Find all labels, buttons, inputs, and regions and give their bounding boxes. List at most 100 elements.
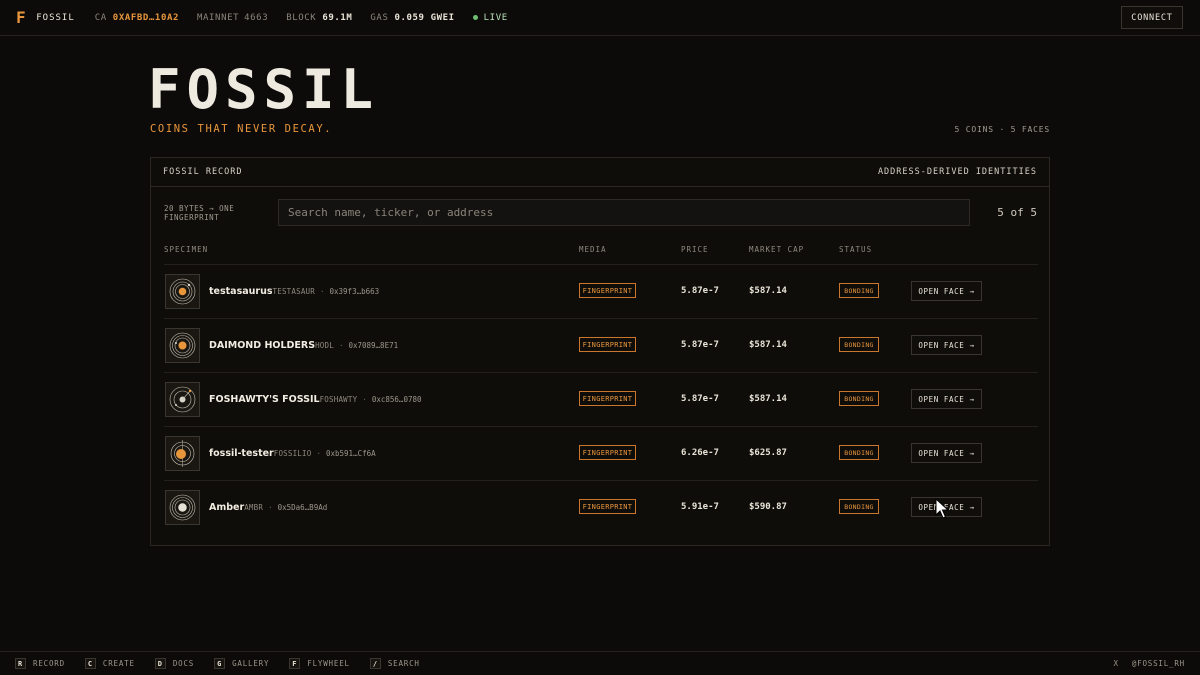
shortcut-key: D <box>154 658 166 669</box>
coin-market-cap: $625.87 <box>749 448 787 458</box>
block-label: BLOCK <box>286 12 317 23</box>
separator: · <box>362 395 367 404</box>
media-badge: FINGERPRINT <box>579 445 636 460</box>
open-face-button[interactable]: OPEN FACE → <box>911 443 982 463</box>
specimen-table: testasaurus TESTASAUR · 0x39f3…b663 FING… <box>164 264 1038 535</box>
coin-market-cap: $590.87 <box>749 502 787 512</box>
fingerprint-thumbnail[interactable] <box>165 382 200 417</box>
coin-market-cap: $587.14 <box>749 286 787 296</box>
coin-ticker: HODL <box>315 341 334 350</box>
table-row[interactable]: DAIMOND HOLDERS HODL · 0x7089…8E71 FINGE… <box>164 319 1038 373</box>
coin-price: 5.87e-7 <box>681 394 719 404</box>
shortcut-flywheel[interactable]: F FLYWHEEL <box>289 658 350 669</box>
media-badge: FINGERPRINT <box>579 499 636 514</box>
table-row[interactable]: testasaurus TESTASAUR · 0x39f3…b663 FING… <box>164 265 1038 319</box>
shortcut-bar: R RECORD C CREATE D DOCS G GALLERY F FLY… <box>0 651 1200 675</box>
specimen-cell[interactable]: fossil-tester FOSSILIO · 0xb591…Cf6A <box>209 448 376 459</box>
fingerprint-icon <box>169 386 196 413</box>
coin-name[interactable]: DAIMOND HOLDERS <box>209 340 315 351</box>
coin-name[interactable]: FOSHAWTY'S FOSSIL <box>209 394 320 405</box>
coin-ticker: TESTASAUR <box>272 287 315 296</box>
status-badge: BONDING <box>839 283 879 298</box>
live-label: LIVE <box>483 12 508 23</box>
coin-ticker: FOSHAWTY <box>319 395 358 404</box>
media-badge: FINGERPRINT <box>579 337 636 352</box>
gas-info: GAS 0.059 GWEI <box>370 13 454 23</box>
contract-address[interactable]: CA 0XAFBD…10A2 <box>95 13 179 23</box>
coin-address[interactable]: 0xb591…Cf6A <box>326 449 376 458</box>
fingerprint-icon <box>169 332 196 359</box>
fingerprint-note: 20 BYTES → ONE FINGERPRINT <box>164 204 235 222</box>
specimen-cell[interactable]: FOSHAWTY'S FOSSIL FOSHAWTY · 0xc856…0780 <box>209 394 422 405</box>
ca-label: CA <box>94 12 107 23</box>
live-dot-icon <box>472 15 478 20</box>
coin-ticker: AMBR <box>244 503 264 512</box>
column-header-status: STATUS <box>839 245 873 254</box>
coin-address[interactable]: 0x7089…8E71 <box>348 341 398 350</box>
coin-name[interactable]: testasaurus <box>209 286 273 297</box>
search-row: 20 BYTES → ONE FINGERPRINT 5 of 5 <box>151 187 1049 239</box>
column-header-specimen: SPECIMEN <box>164 245 209 254</box>
column-header-media: MEDIA <box>579 245 607 254</box>
status-badge: BONDING <box>839 499 879 514</box>
specimen-cell[interactable]: testasaurus TESTASAUR · 0x39f3…b663 <box>209 286 379 297</box>
shortcut-docs[interactable]: D DOCS <box>154 658 195 669</box>
status-badge: BONDING <box>839 337 879 352</box>
coin-price: 5.87e-7 <box>681 340 719 350</box>
shortcut-gallery[interactable]: G GALLERY <box>214 658 269 669</box>
coin-price: 6.26e-7 <box>681 448 719 458</box>
shortcut-create[interactable]: C CREATE <box>84 658 135 669</box>
open-face-button[interactable]: OPEN FACE → <box>911 335 982 355</box>
table-row[interactable]: Amber AMBR · 0x5Da6…B9Ad FINGERPRINT 5.9… <box>164 481 1038 535</box>
connect-button[interactable]: CONNECT <box>1121 6 1183 29</box>
fingerprint-icon <box>170 440 195 467</box>
coin-ticker: FOSSILIO <box>273 449 312 458</box>
coin-face-count: 5 COINS · 5 FACES <box>954 125 1050 134</box>
open-face-button[interactable]: OPEN FACE → <box>911 389 982 409</box>
shortcut-label: SEARCH <box>387 659 420 668</box>
media-badge: FINGERPRINT <box>579 283 636 298</box>
separator: · <box>316 449 321 458</box>
separator: · <box>338 341 344 350</box>
coin-name[interactable]: Amber <box>209 502 244 513</box>
specimen-cell[interactable]: Amber AMBR · 0x5Da6…B9Ad <box>209 502 327 513</box>
block-value: 69.1M <box>322 12 353 23</box>
separator: · <box>319 287 325 296</box>
coin-address[interactable]: 0xc856…0780 <box>372 395 422 404</box>
logo[interactable]: F <box>16 8 26 27</box>
network-info: MAINNET 4663 <box>197 13 268 23</box>
coin-market-cap: $587.14 <box>749 394 787 404</box>
column-header-market-cap: MARKET CAP <box>749 245 805 254</box>
shortcut-key: G <box>214 658 226 669</box>
fingerprint-thumbnail[interactable] <box>165 328 200 363</box>
live-indicator: LIVE <box>472 12 508 23</box>
shortcut-label: DOCS <box>172 659 195 668</box>
column-header-price: PRICE <box>681 245 709 254</box>
table-row[interactable]: FOSHAWTY'S FOSSIL FOSHAWTY · 0xc856…0780… <box>164 373 1038 427</box>
specimen-cell[interactable]: DAIMOND HOLDERS HODL · 0x7089…8E71 <box>209 340 398 351</box>
panel-header: FOSSIL RECORD ADDRESS-DERIVED IDENTITIES <box>151 158 1049 187</box>
block-info: BLOCK 69.1M <box>286 13 352 23</box>
shortcut-search[interactable]: / SEARCH <box>369 658 420 669</box>
ca-value[interactable]: 0XAFBD…10A2 <box>113 13 179 23</box>
fingerprint-thumbnail[interactable] <box>165 490 200 525</box>
status-badge: BONDING <box>839 445 879 460</box>
coin-address[interactable]: 0x39f3…b663 <box>330 287 380 296</box>
page-title: FOSSIL <box>148 58 380 121</box>
top-bar: F FOSSIL CA 0XAFBD…10A2 MAINNET 4663 BLO… <box>0 0 1200 36</box>
x-link[interactable]: X <box>1114 659 1119 668</box>
social-handle[interactable]: @FOSSIL_RH <box>1132 659 1185 668</box>
shortcut-record[interactable]: R RECORD <box>15 658 65 669</box>
fingerprint-thumbnail[interactable] <box>165 436 200 471</box>
fingerprint-thumbnail[interactable] <box>165 274 200 309</box>
search-input[interactable] <box>278 199 970 226</box>
page-tagline: COINS THAT NEVER DECAY. <box>150 123 333 135</box>
coin-name[interactable]: fossil-tester <box>209 448 274 459</box>
table-row[interactable]: fossil-tester FOSSILIO · 0xb591…Cf6A FIN… <box>164 427 1038 481</box>
gas-value: 0.059 GWEI <box>394 12 455 23</box>
fingerprint-icon <box>169 278 196 305</box>
coin-address[interactable]: 0x5Da6…B9Ad <box>278 503 328 512</box>
shortcut-key: / <box>369 658 381 669</box>
brand-name[interactable]: FOSSIL <box>36 13 75 23</box>
open-face-button[interactable]: OPEN FACE → <box>911 281 982 301</box>
